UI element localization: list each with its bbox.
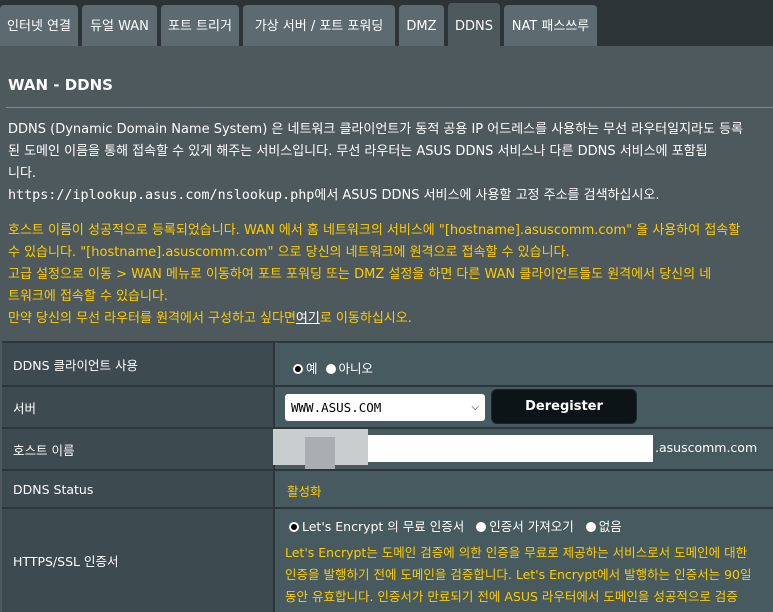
tab-bar: 인터넷 연결 듀얼 WAN 포트 트리거 가상 서버 / 포트 포워딩 DMZ …	[0, 0, 773, 46]
iplookup-link[interactable]: https://iplookup.asus.com/nslookup.php	[8, 188, 314, 203]
enable-ddns-value: 예 아니오	[275, 343, 773, 385]
title-divider	[6, 107, 773, 108]
ddns-status-cell	[275, 471, 773, 507]
description-line: DDNS (Dynamic Domain Name System) 은 네트워크…	[8, 122, 744, 137]
enable-ddns-no-label: 아니오	[338, 361, 374, 376]
notice-line: 호스트 이름이 성공적으로 등록되었습니다. WAN 에서 홈 네트워크의 서비…	[8, 223, 741, 238]
server-label: 서버	[2, 387, 273, 427]
notice-remote-suffix: 로 이동하십시오.	[319, 311, 412, 326]
https-cert-options: Let's Encrypt 의 무료 인증서 인증서 가져오기 없음	[289, 516, 630, 535]
enable-ddns-no-radio[interactable]	[325, 364, 336, 374]
redaction-block	[305, 437, 335, 469]
page-title: WAN - DDNS	[8, 76, 113, 94]
tab-nat-passthrough[interactable]: NAT 패스쓰루	[504, 5, 597, 46]
table-row-ddns-status: DDNS Status	[2, 471, 773, 507]
ddns-status-value: 활성화	[287, 484, 322, 499]
notice-line: 고급 설정으로 이동 > WAN 메뉴로 이동하여 포트 포워딩 또는 DMZ …	[8, 267, 712, 282]
cert-none-radio[interactable]	[585, 522, 596, 532]
https-cert-description: Let's Encrypt는 도메인 검증에 의한 인증을 무료로 제공하는 서…	[285, 542, 770, 608]
chevron-down-icon: ⌵	[471, 402, 479, 413]
description-line: 니다.	[8, 166, 37, 181]
deregister-button[interactable]: Deregister	[492, 390, 636, 423]
cert-letsencrypt-label: Let's Encrypt 의 무료 인증서	[302, 519, 465, 534]
enable-ddns-label: DDNS 클라이언트 사용	[2, 343, 273, 385]
notice-line: 만약 당신의 무선 라우터를 원격에서 구성하고 싶다면여기로 이동하십시오.	[8, 308, 773, 330]
server-selected-value: WWW.ASUS.COM	[291, 400, 382, 415]
https-cert-label: HTTPS/SSL 인증서	[2, 509, 273, 612]
notice-line: 트워크에 접속할 수 있습니다.	[8, 289, 169, 304]
notice-line: 수 있습니다. "[hostname].asuscomm.com" 으로 당신의…	[8, 245, 570, 260]
tab-dmz[interactable]: DMZ	[399, 5, 444, 46]
hostname-suffix: .asuscomm.com	[655, 440, 758, 455]
tab-port-trigger[interactable]: 포트 트리거	[161, 5, 239, 46]
cert-import-radio[interactable]	[476, 522, 487, 532]
ddns-description: DDNS (Dynamic Domain Name System) 은 네트워크…	[8, 119, 773, 207]
description-line: 된 도메인 이름을 통해 접속할 수 있게 해주는 서비스입니다. 무선 라우터…	[8, 144, 708, 159]
tab-dual-wan[interactable]: 듀얼 WAN	[82, 5, 157, 46]
lookup-suffix: 에서 ASUS DDNS 서비스에 사용할 고정 주소를 검색하십시오.	[314, 188, 660, 203]
ddns-status-label: DDNS Status	[2, 471, 273, 507]
enable-ddns-yes-radio[interactable]	[293, 364, 303, 374]
enable-ddns-yes-label: 예	[306, 361, 318, 376]
tab-ddns[interactable]: DDNS	[448, 3, 500, 46]
cert-letsencrypt-radio[interactable]	[289, 522, 299, 532]
notice-remote-prefix: 만약 당신의 무선 라우터를 원격에서 구성하고 싶다면	[8, 311, 296, 326]
tab-internet-connection[interactable]: 인터넷 연결	[0, 5, 78, 46]
remote-config-link[interactable]: 여기	[296, 311, 320, 326]
table-row-enable-ddns: DDNS 클라이언트 사용 예 아니오	[2, 343, 773, 385]
lookup-line: https://iplookup.asus.com/nslookup.php에서…	[8, 185, 773, 207]
cert-desc-line: Let's Encrypt는 도메인 검증에 의한 인증을 무료로 제공하는 서…	[285, 545, 748, 560]
tab-virtual-server-port-forwarding[interactable]: 가상 서버 / 포트 포워딩	[243, 5, 395, 46]
cert-desc-line: 동안 유효합니다. 인증서가 만료되기 전에 ASUS 라우터에서 도메인을 성…	[285, 589, 738, 604]
server-select[interactable]: WWW.ASUS.COM ⌵	[285, 394, 485, 421]
registration-notice: 호스트 이름이 성공적으로 등록되었습니다. WAN 에서 홈 네트워크의 서비…	[8, 220, 773, 330]
cert-none-label: 없음	[598, 519, 622, 534]
hostname-label: 호스트 이름	[2, 429, 273, 469]
cert-import-label: 인증서 가져오기	[489, 519, 574, 534]
cert-desc-line: 인증을 발행하기 전에 도메인을 검증합니다. Let's Encrypt에서 …	[285, 567, 752, 582]
